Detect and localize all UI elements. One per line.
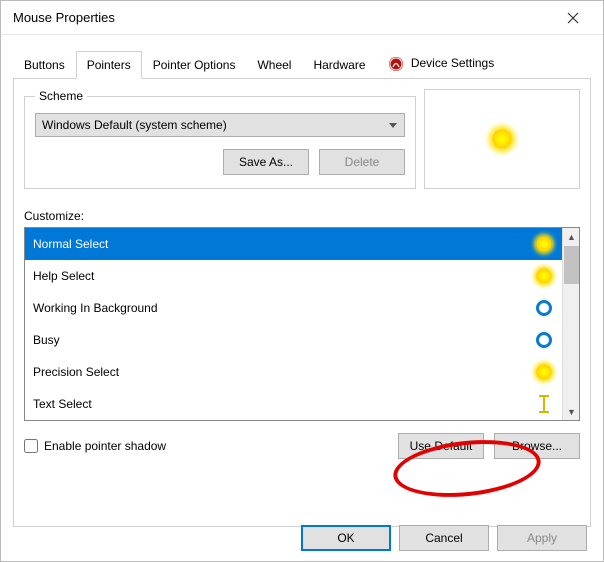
cursor-icon xyxy=(534,298,554,318)
scheme-group: Scheme Windows Default (system scheme) S… xyxy=(24,89,416,189)
save-as-button[interactable]: Save As... xyxy=(223,149,309,175)
cursor-icon xyxy=(534,330,554,350)
dialog-buttons: OK Cancel Apply xyxy=(301,525,587,551)
ok-button[interactable]: OK xyxy=(301,525,391,551)
list-item[interactable]: Busy xyxy=(25,324,562,356)
scrollbar-up-icon[interactable]: ▲ xyxy=(563,228,580,245)
dialog-title: Mouse Properties xyxy=(13,10,115,25)
use-default-button[interactable]: Use Default xyxy=(398,433,484,459)
list-item[interactable]: Working In Background xyxy=(25,292,562,324)
dialog-titlebar: Mouse Properties xyxy=(1,1,603,35)
list-item-label: Normal Select xyxy=(33,237,108,251)
cursor-icon xyxy=(534,394,554,414)
list-item[interactable]: Precision Select xyxy=(25,356,562,388)
close-icon xyxy=(567,12,579,24)
scrollbar-down-icon[interactable]: ▼ xyxy=(563,403,580,420)
browse-button[interactable]: Browse... xyxy=(494,433,580,459)
customize-list[interactable]: Normal Select Help Select Working In Bac… xyxy=(24,227,580,421)
list-item-label: Text Select xyxy=(33,397,92,411)
enable-shadow-row[interactable]: Enable pointer shadow xyxy=(24,439,166,453)
cursor-preview-icon xyxy=(492,129,512,149)
enable-shadow-label: Enable pointer shadow xyxy=(44,439,166,453)
pointers-tab-pane: Scheme Windows Default (system scheme) S… xyxy=(13,79,591,527)
list-item-label: Precision Select xyxy=(33,365,119,379)
tab-container: Buttons Pointers Pointer Options Wheel H… xyxy=(1,35,603,527)
scheme-legend: Scheme xyxy=(35,89,87,103)
cancel-button[interactable]: Cancel xyxy=(399,525,489,551)
scrollbar-thumb[interactable] xyxy=(564,246,579,284)
list-item-label: Working In Background xyxy=(33,301,158,315)
list-item[interactable]: Normal Select xyxy=(25,228,562,260)
close-button[interactable] xyxy=(553,3,593,33)
list-item-label: Busy xyxy=(33,333,60,347)
apply-button[interactable]: Apply xyxy=(497,525,587,551)
tab-pointer-options[interactable]: Pointer Options xyxy=(142,51,247,78)
tab-hardware[interactable]: Hardware xyxy=(302,51,376,78)
tab-wheel[interactable]: Wheel xyxy=(246,51,302,78)
cursor-icon xyxy=(534,234,554,254)
list-item-label: Help Select xyxy=(33,269,94,283)
tab-pointers[interactable]: Pointers xyxy=(76,51,142,79)
enable-shadow-checkbox[interactable] xyxy=(24,439,38,453)
delete-button[interactable]: Delete xyxy=(319,149,405,175)
tab-device-settings[interactable]: Device Settings xyxy=(377,49,506,78)
scheme-select[interactable]: Windows Default (system scheme) xyxy=(35,113,405,137)
cursor-icon xyxy=(534,362,554,382)
dialog-tabs: Buttons Pointers Pointer Options Wheel H… xyxy=(13,49,591,79)
mouse-properties-dialog: Mouse Properties Buttons Pointers Pointe… xyxy=(0,0,604,562)
customize-scrollbar[interactable]: ▲ ▼ xyxy=(562,228,579,420)
cursor-icon xyxy=(534,266,554,286)
device-settings-icon xyxy=(388,56,404,72)
customize-label: Customize: xyxy=(24,209,580,223)
tab-device-settings-label: Device Settings xyxy=(411,56,494,70)
list-item[interactable]: Help Select xyxy=(25,260,562,292)
cursor-preview xyxy=(424,89,580,189)
list-item[interactable]: Text Select xyxy=(25,388,562,420)
tab-buttons[interactable]: Buttons xyxy=(13,51,76,78)
